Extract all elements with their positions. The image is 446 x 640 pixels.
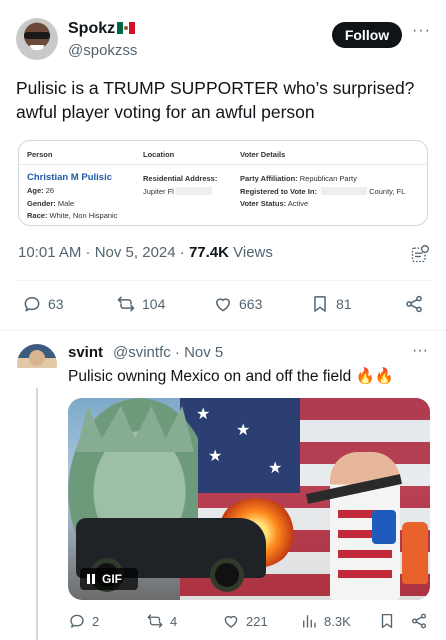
voter-record-image[interactable]: Person Location Voter Details Christian … xyxy=(18,140,428,226)
reply-text: Pulisic owning Mexico on and off the fie… xyxy=(68,368,395,385)
repost-icon xyxy=(147,614,163,628)
author-display-name[interactable]: Spokz xyxy=(68,20,115,37)
thread-line xyxy=(36,388,38,640)
avatar-mouth xyxy=(30,45,44,50)
race-label: Race: xyxy=(27,211,48,220)
grok-analytics-icon[interactable] xyxy=(410,244,430,264)
author-avatar[interactable] xyxy=(16,18,58,60)
residential-label: Residential Address: xyxy=(143,174,218,183)
star-icon: ★ xyxy=(196,406,211,423)
pause-icon xyxy=(87,574,95,584)
tweet-separator xyxy=(0,330,446,331)
tweet-action-bar: 63 104 663 81 xyxy=(0,294,446,318)
status-value: Active xyxy=(287,199,309,208)
share-icon xyxy=(411,613,427,629)
record-person-column: Christian M Pulisic Age: 26 Gender: Male… xyxy=(27,171,117,223)
record-voter-column: Party Affiliation: Republican Party Regi… xyxy=(240,173,405,211)
avatar-glasses xyxy=(24,32,50,39)
repost-icon xyxy=(117,296,135,312)
star-icon: ★ xyxy=(208,448,223,465)
reply-repost-count: 4 xyxy=(170,613,178,629)
repost-count: 104 xyxy=(142,296,166,312)
reply-repost-button[interactable]: 4 xyxy=(146,612,177,630)
gender-label: Gender: xyxy=(27,198,56,208)
registered-county: County, FL xyxy=(369,186,406,196)
redaction-bar xyxy=(321,186,368,195)
author-name[interactable]: Spokz xyxy=(68,20,136,38)
gender-value: Male xyxy=(57,198,75,208)
tweet-timestamp[interactable]: 10:01 AM · Nov 5, 2024 · xyxy=(18,244,189,261)
like-button[interactable]: 663 xyxy=(213,294,262,314)
tweet-text: Pulisic is a TRUMP SUPPORTER who’s surpr… xyxy=(16,78,415,122)
reply-icon xyxy=(70,614,84,628)
record-header-row: Person Location Voter Details xyxy=(19,141,427,165)
reply-reply-count: 2 xyxy=(92,613,100,629)
views-count: 77.4K xyxy=(188,244,229,261)
views-chart-icon xyxy=(303,615,316,628)
age-value: 26 xyxy=(45,186,55,195)
bookmark-button[interactable]: 81 xyxy=(310,294,352,314)
reply-author-name[interactable]: svint xyxy=(68,344,103,361)
reply-action-bar: 2 4 221 8.3K xyxy=(0,612,446,636)
bookmark-icon xyxy=(314,296,326,312)
gif-label: GIF xyxy=(102,572,122,586)
age-label: Age: xyxy=(27,186,44,195)
divider xyxy=(16,280,430,281)
redaction-bar xyxy=(175,186,212,195)
reply-views-count: 8.3K xyxy=(324,613,351,629)
reply-like-button[interactable]: 221 xyxy=(222,612,268,630)
star-icon: ★ xyxy=(236,422,251,439)
record-header-person: Person xyxy=(27,150,53,159)
heart-icon xyxy=(216,298,230,312)
chip-bag xyxy=(372,510,396,544)
mexico-flag-icon xyxy=(117,22,136,34)
reply-bookmark-button[interactable] xyxy=(378,612,396,630)
share-button[interactable] xyxy=(404,294,424,314)
like-count: 663 xyxy=(239,296,263,312)
reply-count: 63 xyxy=(48,296,64,312)
record-header-voter-details: Voter Details xyxy=(240,150,286,159)
tweet-meta: 10:01 AM · Nov 5, 2024 · 77.4K Views xyxy=(18,244,273,261)
registered-label: Registered to Vote In: xyxy=(240,186,317,196)
record-header-location: Location xyxy=(143,150,175,159)
reply-more-options-icon[interactable]: ··· xyxy=(412,342,428,360)
status-label: Voter Status: xyxy=(240,199,287,208)
star-icon: ★ xyxy=(268,460,283,477)
record-person-name: Christian M Pulisic xyxy=(27,172,112,183)
bookmark-count: 81 xyxy=(336,296,352,312)
views-label: Views xyxy=(228,244,273,261)
heart-icon xyxy=(224,615,238,628)
gif-badge[interactable]: GIF xyxy=(80,568,138,590)
party-label: Party Affiliation: xyxy=(240,174,298,183)
record-location-column: Residential Address: Jupiter Fl xyxy=(143,173,217,198)
residential-city: Jupiter Fl xyxy=(143,186,174,196)
reply-author-avatar[interactable] xyxy=(17,344,57,384)
share-icon xyxy=(406,295,422,313)
follow-button[interactable]: Follow xyxy=(332,22,402,48)
sports-drink-bottle xyxy=(402,522,428,584)
reply-like-count: 221 xyxy=(246,613,268,629)
race-value: White, Non Hispanic xyxy=(49,211,118,220)
reply-handle-date[interactable]: @svintfc · Nov 5 xyxy=(113,344,223,361)
reply-share-button[interactable] xyxy=(410,612,428,630)
party-value: Republican Party xyxy=(299,174,357,183)
bookmark-icon xyxy=(381,613,393,629)
author-handle[interactable]: @spokzss xyxy=(68,42,137,59)
repost-button[interactable]: 104 xyxy=(116,294,165,314)
reply-reply-button[interactable]: 2 xyxy=(68,612,99,630)
reply-views-button[interactable]: 8.3K xyxy=(300,612,351,630)
reply-button[interactable]: 63 xyxy=(22,294,64,314)
more-options-icon[interactable]: ··· xyxy=(412,22,431,40)
reply-icon xyxy=(24,297,40,312)
truck-wheel xyxy=(210,558,244,592)
